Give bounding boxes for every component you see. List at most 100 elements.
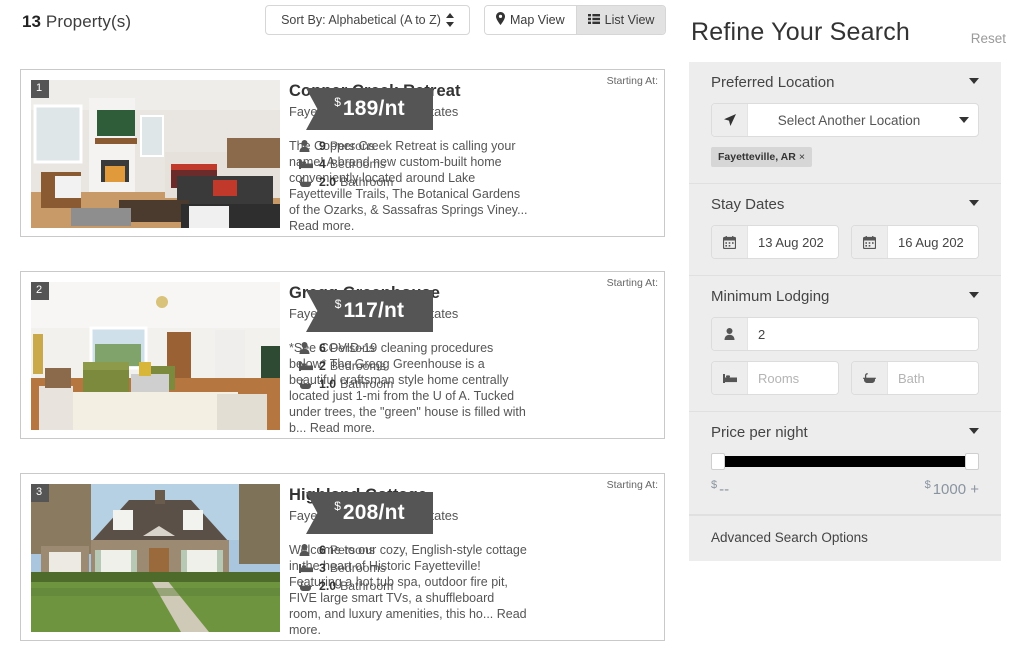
property-index-badge: 3 bbox=[31, 484, 49, 502]
bathroom-label: Bathroom bbox=[340, 579, 394, 593]
checkin-date-field[interactable]: 13 Aug 202 bbox=[711, 225, 839, 259]
reset-button[interactable]: Reset bbox=[971, 31, 1006, 46]
price-slider-max-handle[interactable] bbox=[965, 453, 979, 470]
bedrooms-count: 2 bbox=[319, 359, 326, 373]
chevron-down-icon[interactable] bbox=[969, 78, 979, 84]
property-search-page: 13 Property(s) Sort By: Alphabetical (A … bbox=[0, 0, 1024, 663]
calendar-icon bbox=[852, 226, 888, 258]
property-index-badge: 1 bbox=[31, 80, 49, 98]
section-minimum-lodging: Minimum Lodging 2 Rooms Bath bbox=[689, 276, 1001, 412]
feature-bathroom: 2.0 Bathroom bbox=[299, 577, 393, 595]
feature-persons: 9 Persons bbox=[299, 137, 393, 155]
property-count-label: Property(s) bbox=[41, 12, 132, 31]
location-chip-label: Fayetteville, AR bbox=[718, 151, 796, 163]
persons-label: Persons bbox=[329, 139, 375, 153]
rooms-placeholder: Rooms bbox=[748, 362, 838, 394]
chevron-down-icon[interactable] bbox=[969, 428, 979, 434]
bath-placeholder: Bath bbox=[888, 362, 978, 394]
bathroom-label: Bathroom bbox=[340, 377, 394, 391]
starting-at-label: Starting At: bbox=[606, 277, 658, 289]
feature-bathroom: 2.0 Bathroom bbox=[299, 173, 393, 191]
location-chip-close-icon[interactable]: × bbox=[799, 151, 805, 163]
feature-persons: 6 Persons bbox=[299, 339, 393, 357]
property-thumbnail[interactable]: 3 bbox=[31, 484, 280, 632]
list-icon bbox=[587, 13, 600, 27]
results-column: 13 Property(s) Sort By: Alphabetical (A … bbox=[0, 0, 686, 663]
property-features: 6 Persons 3 Bedrooms 2.0 Bathroom bbox=[299, 541, 393, 595]
price-range-labels: $ -- $1000 + bbox=[711, 477, 979, 498]
property-count: 13 Property(s) bbox=[22, 12, 131, 32]
bathroom-count: 2.0 bbox=[319, 579, 337, 593]
property-card[interactable]: 1 Copper Creek Retreat Fayetteville, AR … bbox=[20, 69, 665, 237]
list-view-button[interactable]: List View bbox=[575, 6, 666, 34]
bathtub-icon bbox=[299, 176, 319, 188]
calendar-icon bbox=[712, 226, 748, 258]
location-select-label: Select Another Location bbox=[748, 104, 950, 136]
price-min-value: -- bbox=[719, 481, 730, 498]
persons-label: Persons bbox=[329, 543, 375, 557]
location-select[interactable]: Select Another Location bbox=[711, 103, 979, 137]
sidebar-header: Refine Your Search Reset bbox=[686, 0, 1024, 60]
person-icon bbox=[712, 318, 748, 350]
rooms-field[interactable]: Rooms bbox=[711, 361, 839, 395]
bed-icon bbox=[299, 563, 319, 574]
rooms-bath-row: Rooms Bath bbox=[711, 361, 979, 395]
property-thumbnail[interactable]: 1 bbox=[31, 80, 280, 228]
person-icon bbox=[299, 544, 319, 556]
price-ribbon: $ 189 /nt bbox=[306, 88, 433, 130]
price-range-slider[interactable] bbox=[711, 453, 979, 470]
price-slider-min-handle[interactable] bbox=[711, 453, 725, 470]
section-price-per-night: Price per night $ -- $1000 + bbox=[689, 412, 1001, 515]
bedrooms-label: Bedrooms bbox=[329, 561, 386, 575]
checkout-date-field[interactable]: 16 Aug 202 bbox=[851, 225, 979, 259]
date-fields-row: 13 Aug 202 16 Aug 202 bbox=[711, 225, 979, 259]
bed-icon bbox=[299, 361, 319, 372]
chevron-down-icon[interactable] bbox=[969, 200, 979, 206]
price-per-night-title: Price per night bbox=[711, 424, 808, 441]
map-view-label: Map View bbox=[510, 13, 565, 27]
bathroom-label: Bathroom bbox=[340, 175, 394, 189]
property-index-badge: 2 bbox=[31, 282, 49, 300]
persons-label: Persons bbox=[329, 341, 375, 355]
price-unit: /nt bbox=[378, 97, 405, 120]
property-card[interactable]: 3 Highland Cottage Fayetteville, AR Unit… bbox=[20, 473, 665, 641]
navigation-arrow-icon bbox=[712, 104, 748, 136]
property-card[interactable]: 2 Gregg Greenhouse Fayetteville, AR Unit… bbox=[20, 271, 665, 439]
chevron-down-icon[interactable] bbox=[969, 292, 979, 298]
property-thumbnail[interactable]: 2 bbox=[31, 282, 280, 430]
person-icon bbox=[299, 140, 319, 152]
price-max-label: $1000 + bbox=[925, 479, 979, 498]
property-features: 6 Persons 2 Bedrooms 1.0 Bathroom bbox=[299, 339, 393, 393]
bed-icon bbox=[299, 159, 319, 170]
sort-by-label: Sort By: Alphabetical (A to Z) bbox=[281, 13, 441, 27]
starting-at-label: Starting At: bbox=[606, 75, 658, 87]
map-view-button[interactable]: Map View bbox=[485, 6, 576, 34]
bath-field[interactable]: Bath bbox=[851, 361, 979, 395]
price-ribbon: $ 117 /nt bbox=[306, 290, 433, 332]
guests-field[interactable]: 2 bbox=[711, 317, 979, 351]
bedrooms-label: Bedrooms bbox=[329, 157, 386, 171]
price-unit: /nt bbox=[377, 299, 405, 322]
price-max-value: 1000 + bbox=[932, 481, 979, 498]
advanced-search-options-button[interactable]: Advanced Search Options bbox=[689, 515, 1001, 561]
bathtub-icon bbox=[852, 362, 888, 394]
location-chevron-down-icon[interactable] bbox=[950, 104, 978, 136]
price-amount: 117 bbox=[343, 299, 378, 322]
sidebar-title: Refine Your Search bbox=[691, 18, 911, 46]
stay-dates-title: Stay Dates bbox=[711, 196, 785, 213]
bedrooms-count: 3 bbox=[319, 561, 326, 575]
location-chip[interactable]: Fayetteville, AR × bbox=[711, 147, 812, 167]
persons-count: 9 bbox=[319, 139, 326, 153]
currency-symbol: $ bbox=[334, 95, 341, 109]
checkin-date-value: 13 Aug 202 bbox=[748, 226, 838, 258]
feature-persons: 6 Persons bbox=[299, 541, 393, 559]
feature-bedrooms: 2 Bedrooms bbox=[299, 357, 393, 375]
sort-by-dropdown[interactable]: Sort By: Alphabetical (A to Z) bbox=[265, 5, 470, 35]
section-preferred-location: Preferred Location Select Another Locati… bbox=[689, 62, 1001, 184]
view-toggle-group: Map View List View bbox=[484, 5, 667, 35]
minimum-lodging-title: Minimum Lodging bbox=[711, 288, 830, 305]
price-amount: 189 bbox=[342, 97, 379, 120]
bedrooms-count: 4 bbox=[319, 157, 326, 171]
bathroom-count: 2.0 bbox=[319, 175, 337, 189]
person-icon bbox=[299, 342, 319, 354]
